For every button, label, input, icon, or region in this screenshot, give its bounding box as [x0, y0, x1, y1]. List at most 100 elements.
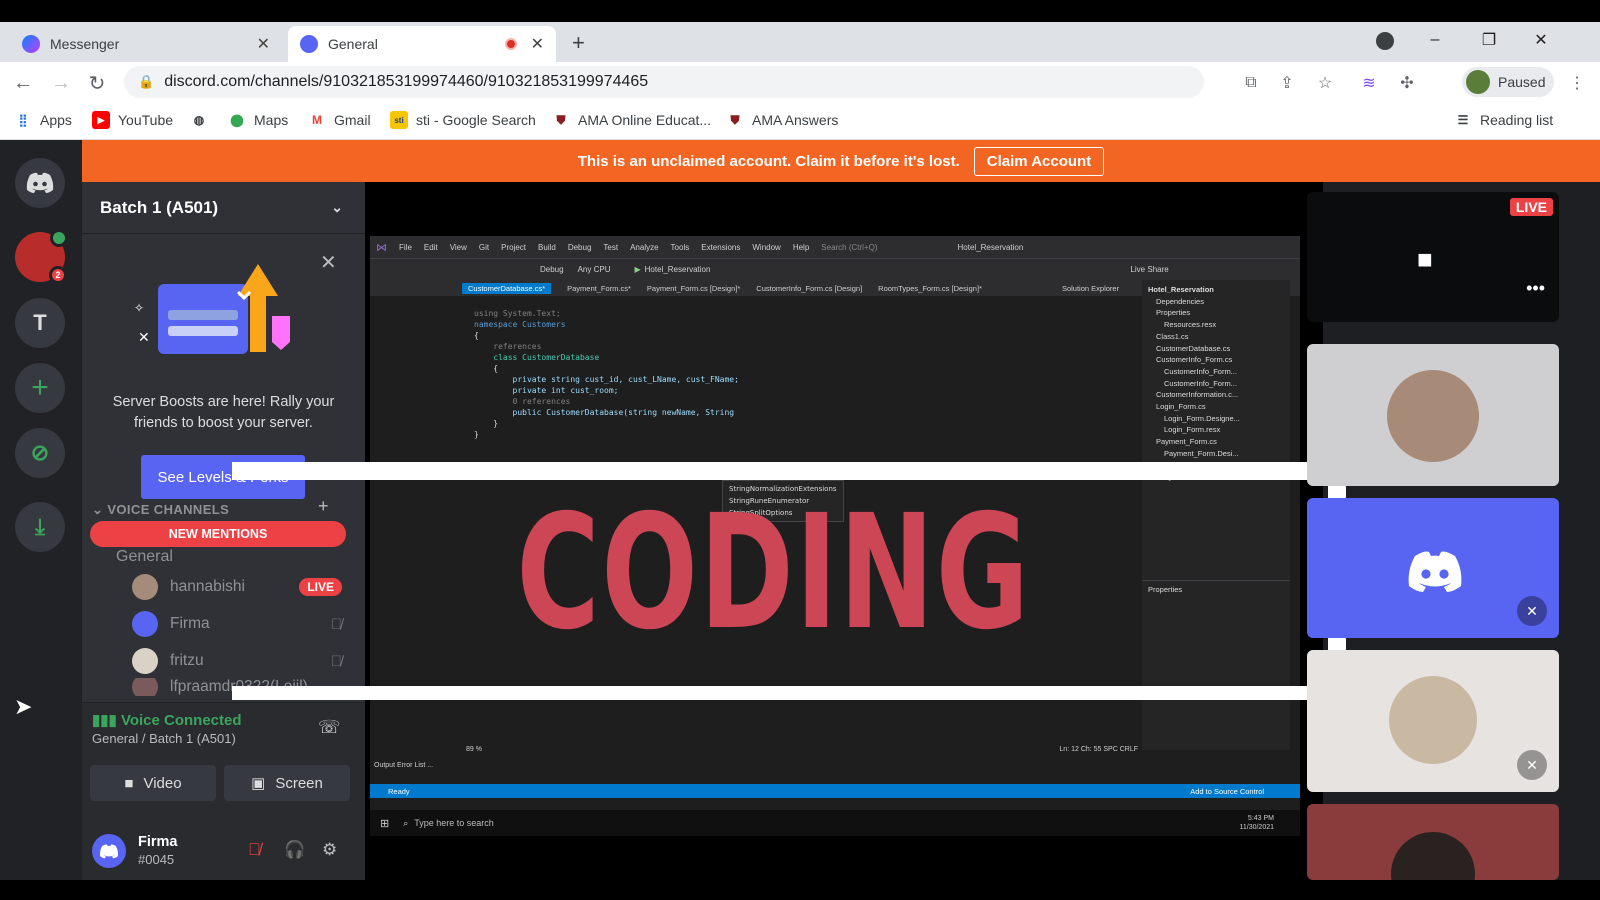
- reading-list-label: Reading list: [1480, 112, 1554, 128]
- vs-menu-item: Window: [752, 242, 781, 252]
- bookmark-ama-online[interactable]: ⛊ AMA Online Educat...: [552, 111, 711, 129]
- screen-bottom-edge: [0, 880, 1600, 900]
- address-bar[interactable]: 🔒 discord.com/channels/91032185319997446…: [124, 66, 1204, 98]
- close-promo-icon[interactable]: ✕: [320, 250, 337, 275]
- camera-icon: ■: [1417, 244, 1433, 274]
- server-rail: 2 T + ⊘ ⤓: [0, 140, 82, 880]
- voice-channel-general[interactable]: General: [116, 548, 173, 566]
- server-header[interactable]: Batch 1 (A501) ⌄: [82, 182, 365, 234]
- download-icon[interactable]: ⤓: [15, 502, 65, 552]
- vs-menu-item: Build: [538, 242, 556, 252]
- mute-mic-icon[interactable]: 🎙̸: [248, 840, 261, 860]
- reading-list-button[interactable]: ☰ Reading list: [1454, 111, 1554, 129]
- user-avatar[interactable]: [92, 834, 126, 868]
- close-tab-icon[interactable]: ✕: [257, 34, 270, 54]
- tab-search-icon[interactable]: [1376, 32, 1394, 50]
- discord-home-icon[interactable]: [15, 158, 65, 208]
- participant-tile[interactable]: ✕: [1307, 650, 1559, 792]
- avatar: [132, 678, 158, 696]
- bookmark-youtube[interactable]: ▶ YouTube: [92, 111, 173, 129]
- boost-text: Server Boosts are here! Rally your frien…: [112, 394, 335, 431]
- solution-item: Class1.cs: [1156, 331, 1189, 341]
- puzzle-icon[interactable]: ✣: [1396, 72, 1418, 94]
- vs-menu-item: Analyze: [630, 242, 659, 252]
- add-server-icon[interactable]: +: [15, 363, 65, 413]
- explore-compass-icon[interactable]: ⊘: [15, 428, 65, 478]
- voice-channels-header[interactable]: ⌄ VOICE CHANNELS: [92, 502, 229, 518]
- messenger-icon: [22, 35, 40, 53]
- screen-share-button[interactable]: ▣ Screen: [224, 765, 350, 801]
- headphones-icon[interactable]: 🎧: [284, 840, 305, 860]
- bookmark-sti[interactable]: sti sti - Google Search: [390, 111, 536, 129]
- solution-item: Properties: [1156, 308, 1191, 318]
- solution-item: CustomerInfo_Form.cs: [1156, 355, 1233, 365]
- bookmark-star-icon[interactable]: ☆: [1314, 72, 1336, 94]
- menu-dots-icon[interactable]: ⋮: [1566, 72, 1588, 94]
- minimize-button[interactable]: –: [1412, 22, 1458, 58]
- bookmark-ama-answers[interactable]: ⛊ AMA Answers: [726, 111, 838, 129]
- profile-button[interactable]: Paused: [1462, 67, 1554, 97]
- bookmark-apps[interactable]: ⣿ Apps: [14, 111, 72, 129]
- close-tab-icon[interactable]: ✕: [531, 34, 544, 54]
- bookmark-globe[interactable]: ◍: [190, 111, 216, 129]
- vs-platform: Any CPU: [577, 265, 611, 274]
- vs-config: Debug: [540, 265, 564, 274]
- reload-icon[interactable]: ↻: [84, 70, 110, 96]
- windows-taskbar: ⊞ ⌕ Type here to search 5:43 PM 11/30/202…: [370, 810, 1300, 836]
- cursor-position: Ln: 12 Ch: 55 SPC CRLF: [1059, 746, 1138, 753]
- gear-icon[interactable]: ⚙: [322, 840, 337, 860]
- camera-icon: ■: [124, 774, 134, 792]
- browser-toolbar: ← → ↻ 🔒 discord.com/channels/91032185319…: [0, 62, 1600, 102]
- close-window-button[interactable]: ✕: [1518, 22, 1564, 58]
- tab-title: General: [328, 36, 378, 52]
- avatar: [1387, 370, 1479, 462]
- solution-item: Hotel_Reservation: [1148, 285, 1214, 294]
- disconnect-call-icon[interactable]: ☏: [318, 717, 341, 738]
- bookmark-label: Apps: [40, 112, 72, 128]
- forward-arrow-icon[interactable]: →: [48, 70, 74, 96]
- server-batch-icon[interactable]: 2: [15, 229, 68, 284]
- new-tab-button[interactable]: +: [572, 30, 585, 56]
- bookmark-gmail[interactable]: M Gmail: [308, 111, 371, 129]
- solution-item: Login_Form.cs: [1156, 402, 1206, 412]
- translate-icon[interactable]: ⧉: [1240, 72, 1262, 94]
- ama-shield-icon: ⛊: [730, 112, 740, 127]
- code-line: private int cust_room;: [474, 386, 619, 395]
- solution-item: Resources.resx: [1164, 320, 1217, 330]
- participant-tile[interactable]: [1307, 804, 1559, 880]
- vs-tab: RoomTypes_Form.cs [Design]*: [878, 283, 982, 293]
- claim-account-button[interactable]: Claim Account: [973, 146, 1105, 176]
- extension-icon[interactable]: ≋: [1358, 72, 1380, 94]
- vs-tab: CustomerInfo_Form.cs [Design]: [756, 283, 863, 293]
- ama-shield-icon: ⛊: [556, 112, 566, 127]
- bookmark-maps[interactable]: ⬤ Maps: [228, 111, 288, 129]
- tab-messenger[interactable]: Messenger ✕: [10, 26, 282, 62]
- vs-menu-bar: ⋈ File Edit View Git Project Build Debug…: [370, 236, 1300, 258]
- participant-tile[interactable]: ✕: [1307, 498, 1559, 638]
- more-options-icon[interactable]: •••: [1526, 278, 1545, 299]
- code-line: }: [474, 419, 499, 428]
- bookmark-label: AMA Online Educat...: [578, 112, 712, 128]
- vs-tab: CustomerDatabase.cs*: [462, 282, 552, 294]
- voice-channels-label: VOICE CHANNELS: [107, 502, 230, 517]
- share-icon[interactable]: ⇪: [1276, 72, 1298, 94]
- member-name: Firma: [170, 615, 210, 632]
- back-arrow-icon[interactable]: ←: [10, 70, 36, 96]
- code-line: references: [474, 342, 542, 351]
- vs-menu-item: Project: [501, 242, 527, 252]
- restore-button[interactable]: ❐: [1466, 22, 1512, 58]
- server-t[interactable]: T: [15, 298, 65, 348]
- avatar: [132, 574, 158, 600]
- video-button[interactable]: ■ Video: [90, 765, 216, 801]
- live-badge: LIVE: [1509, 198, 1553, 216]
- code-line: private string cust_id, cust_LName, cust…: [474, 375, 739, 384]
- participant-tile[interactable]: [1307, 344, 1559, 486]
- stream-preview-tile[interactable]: LIVE ■ •••: [1307, 192, 1559, 322]
- sti-icon: sti: [390, 111, 408, 129]
- clock-time: 5:43 PM: [1247, 815, 1274, 822]
- muted-mic-icon: ✕: [1517, 750, 1547, 780]
- vs-menu-item: Git: [478, 242, 490, 252]
- vs-search: Search (Ctrl+Q): [821, 242, 878, 252]
- output-tabs: Output Error List ...: [374, 762, 434, 769]
- tab-general[interactable]: General ✕: [288, 26, 556, 62]
